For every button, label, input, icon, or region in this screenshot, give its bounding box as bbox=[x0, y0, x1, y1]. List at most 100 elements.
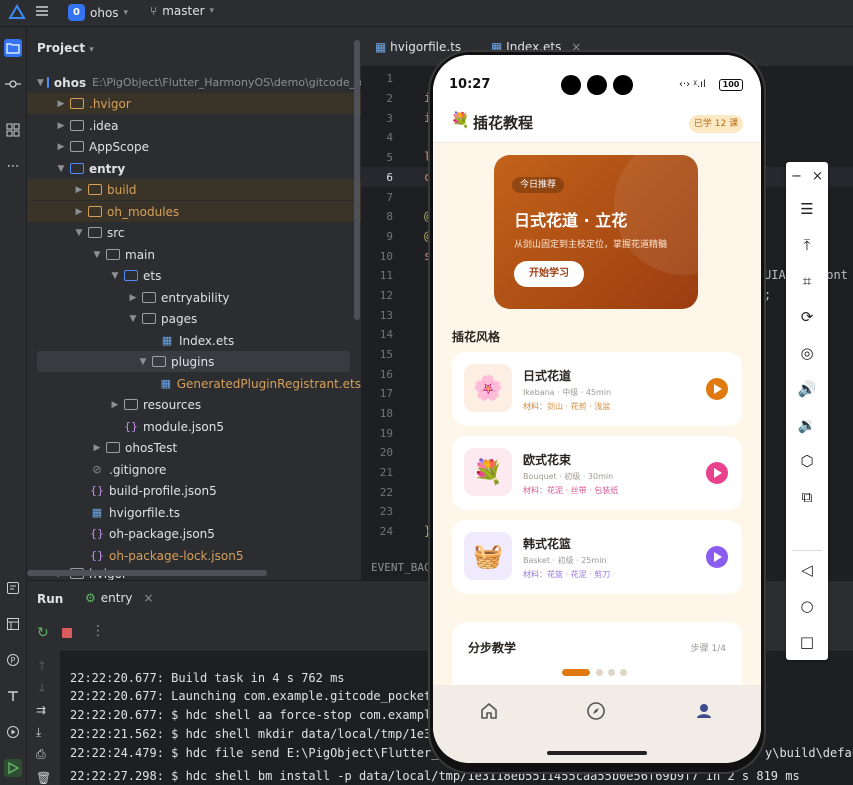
services-icon[interactable] bbox=[4, 723, 22, 741]
record-icon[interactable]: ◎ bbox=[786, 341, 828, 365]
featured-banner[interactable]: 今日推荐 日式花道 · 立花 从剑山固定到主枝定位，掌握花道精髓 开始学习 bbox=[494, 155, 698, 309]
camera-cutout bbox=[587, 75, 607, 95]
build-icon[interactable] bbox=[4, 687, 22, 705]
breadcrumb[interactable]: EVENT_BAC bbox=[371, 561, 431, 574]
tab-entry[interactable]: ⚙ entry × bbox=[85, 591, 154, 605]
print-icon[interactable]: ⎙ bbox=[36, 747, 46, 762]
tree-item-gitignore[interactable]: ⊘ .gitignore bbox=[27, 459, 361, 480]
structure-icon[interactable] bbox=[4, 121, 22, 139]
vertical-scrollbar[interactable] bbox=[354, 40, 360, 320]
play-icon[interactable] bbox=[706, 546, 728, 568]
shake-icon[interactable]: ⬡ bbox=[786, 449, 828, 473]
layout-icon[interactable] bbox=[4, 615, 22, 633]
play-icon[interactable] bbox=[706, 378, 728, 400]
folder-icon bbox=[88, 184, 102, 195]
home-tab-icon[interactable] bbox=[479, 701, 499, 725]
close-icon[interactable]: × bbox=[812, 169, 823, 184]
more-options-icon[interactable]: ⋮ bbox=[91, 623, 105, 639]
app-logo-icon[interactable] bbox=[8, 3, 26, 21]
section-title: 插花风格 bbox=[452, 330, 501, 344]
line-number: 15 bbox=[379, 348, 393, 361]
tree-item-ohostest[interactable]: ▶ ohosTest bbox=[27, 437, 361, 458]
scroll-down-icon[interactable]: ↓ bbox=[37, 681, 47, 695]
line-number: 19 bbox=[379, 427, 393, 440]
rerun-icon[interactable]: ↻ bbox=[37, 625, 49, 641]
card-materials: 材料：花泥 · 丝带 · 包装纸 bbox=[523, 486, 619, 495]
code-text[interactable]: ; bbox=[764, 288, 771, 302]
tree-item-ohos[interactable]: ▼ ohos E:\PigObject\Flutter_HarmonyOS\de… bbox=[27, 72, 362, 93]
folder-icon bbox=[142, 292, 156, 303]
play-icon[interactable] bbox=[706, 462, 728, 484]
multi-device-icon[interactable]: ⧉ bbox=[786, 485, 828, 509]
tree-item-oh-modules[interactable]: ▶ oh_modules bbox=[27, 201, 361, 222]
line-number: 12 bbox=[379, 289, 393, 302]
back-icon[interactable]: ◁ bbox=[786, 558, 828, 582]
tree-item-idea[interactable]: ▶ .idea bbox=[27, 115, 361, 136]
branch-name: master bbox=[162, 4, 205, 18]
volume-down-icon[interactable]: 🔉 bbox=[786, 413, 828, 437]
tree-item-main[interactable]: ▼ main bbox=[27, 244, 361, 265]
tree-item-plugins[interactable]: ▼ plugins bbox=[37, 351, 350, 372]
tree-label: pages bbox=[161, 311, 198, 326]
chevron-down-icon: ▼ bbox=[37, 77, 44, 88]
todo-icon[interactable] bbox=[4, 579, 22, 597]
tree-item-entry[interactable]: ▼ entry bbox=[27, 158, 361, 179]
rotate-icon[interactable]: ⟳ bbox=[786, 305, 828, 329]
delete-icon[interactable]: 🗑 bbox=[36, 771, 51, 785]
project-folder-icon[interactable] bbox=[4, 39, 22, 57]
profile-tab-icon[interactable] bbox=[694, 701, 714, 725]
home-icon[interactable]: ○ bbox=[786, 594, 828, 618]
banner-subtitle: 从剑山固定到主枝定位，掌握花道精髓 bbox=[514, 240, 668, 250]
tree-item-appscope[interactable]: ▶ AppScope bbox=[27, 136, 361, 157]
close-icon[interactable]: × bbox=[144, 591, 154, 605]
horizontal-scrollbar[interactable] bbox=[27, 570, 267, 576]
volume-up-icon[interactable]: 🔊 bbox=[786, 377, 828, 401]
tree-item-entryability[interactable]: ▶ entryability bbox=[27, 287, 361, 308]
tab-hvigorfile[interactable]: ▦ hvigorfile.ts bbox=[375, 40, 461, 54]
minimize-icon[interactable]: − bbox=[791, 169, 802, 184]
discover-tab-icon[interactable] bbox=[586, 701, 606, 725]
more-tools-icon[interactable]: ⋯ bbox=[4, 157, 22, 175]
commit-icon[interactable] bbox=[4, 75, 22, 93]
tree-item-module-json5[interactable]: {} module.json5 bbox=[27, 416, 361, 437]
style-card[interactable]: 🧺 韩式花篮 Basket · 初级 · 25min 材料：花篮 · 花泥 · … bbox=[452, 520, 742, 594]
tree-item-build-profile[interactable]: {} build-profile.json5 bbox=[27, 480, 361, 501]
tree-item-hvigorfile[interactable]: ▦ hvigorfile.ts bbox=[27, 502, 361, 523]
start-learning-button[interactable]: 开始学习 bbox=[514, 261, 584, 287]
home-indicator[interactable] bbox=[547, 751, 647, 755]
tree-item-index-ets[interactable]: ▦ Index.ets bbox=[27, 330, 361, 351]
ignore-file-icon: ⊘ bbox=[92, 463, 102, 476]
screenshot-crop-icon[interactable]: ⌗ bbox=[786, 269, 828, 293]
main-menu-icon[interactable] bbox=[34, 3, 50, 19]
run-tool-icon[interactable] bbox=[4, 759, 22, 777]
tree-item-pages[interactable]: ▼ pages bbox=[27, 308, 361, 329]
branch-selector[interactable]: ⑂ master ▾ bbox=[150, 4, 214, 18]
svg-text:P: P bbox=[11, 656, 16, 665]
soft-wrap-icon[interactable]: ⇉ bbox=[36, 703, 46, 717]
tree-item-src[interactable]: ▼ src bbox=[27, 222, 361, 243]
tree-item-resources[interactable]: ▶ resources bbox=[27, 394, 361, 415]
tree-item-build[interactable]: ▶ build bbox=[27, 179, 361, 200]
tree-label: entry bbox=[89, 161, 126, 176]
scroll-up-icon[interactable]: ↑ bbox=[37, 659, 47, 673]
tree-item-generated-plugin[interactable]: ▦ GeneratedPluginRegistrant.ets bbox=[27, 373, 361, 394]
tree-item-oh-package-lock[interactable]: {} oh-package-lock.json5 bbox=[27, 545, 361, 566]
tree-item-oh-package[interactable]: {} oh-package.json5 bbox=[27, 523, 361, 544]
menu-icon[interactable]: ☰ bbox=[786, 197, 828, 221]
tree-item-hvigor[interactable]: ▶ .hvigor bbox=[27, 93, 361, 114]
tree-label: build bbox=[107, 182, 137, 197]
tree-label: oh-package-lock.json5 bbox=[109, 548, 244, 563]
scroll-to-end-icon[interactable]: ⤓ bbox=[36, 725, 41, 740]
pin-top-icon[interactable]: ⤒ bbox=[786, 233, 828, 257]
stop-icon[interactable] bbox=[62, 628, 72, 638]
project-panel-title[interactable]: Project ▾ bbox=[37, 41, 94, 55]
recents-icon[interactable]: □ bbox=[786, 630, 828, 654]
style-card[interactable]: 💐 欧式花束 Bouquet · 初级 · 30min 材料：花泥 · 丝带 ·… bbox=[452, 436, 742, 510]
tree-item-ets[interactable]: ▼ ets bbox=[27, 265, 361, 286]
profiler-icon[interactable]: P bbox=[4, 651, 22, 669]
style-card[interactable]: 🌸 日式花道 Ikebana · 中级 · 45min 材料：剑山 · 花剪 ·… bbox=[452, 352, 742, 426]
folder-icon bbox=[152, 356, 166, 367]
phone-emulator: 10:27 ‹·› ᵡ.ıl 100 💐 插花教程 已学 12 课 今日推荐 日… bbox=[430, 52, 764, 772]
project-selector[interactable]: 0 ohos ▾ bbox=[68, 4, 128, 21]
left-tool-strip: ⋯ P bbox=[0, 27, 27, 785]
